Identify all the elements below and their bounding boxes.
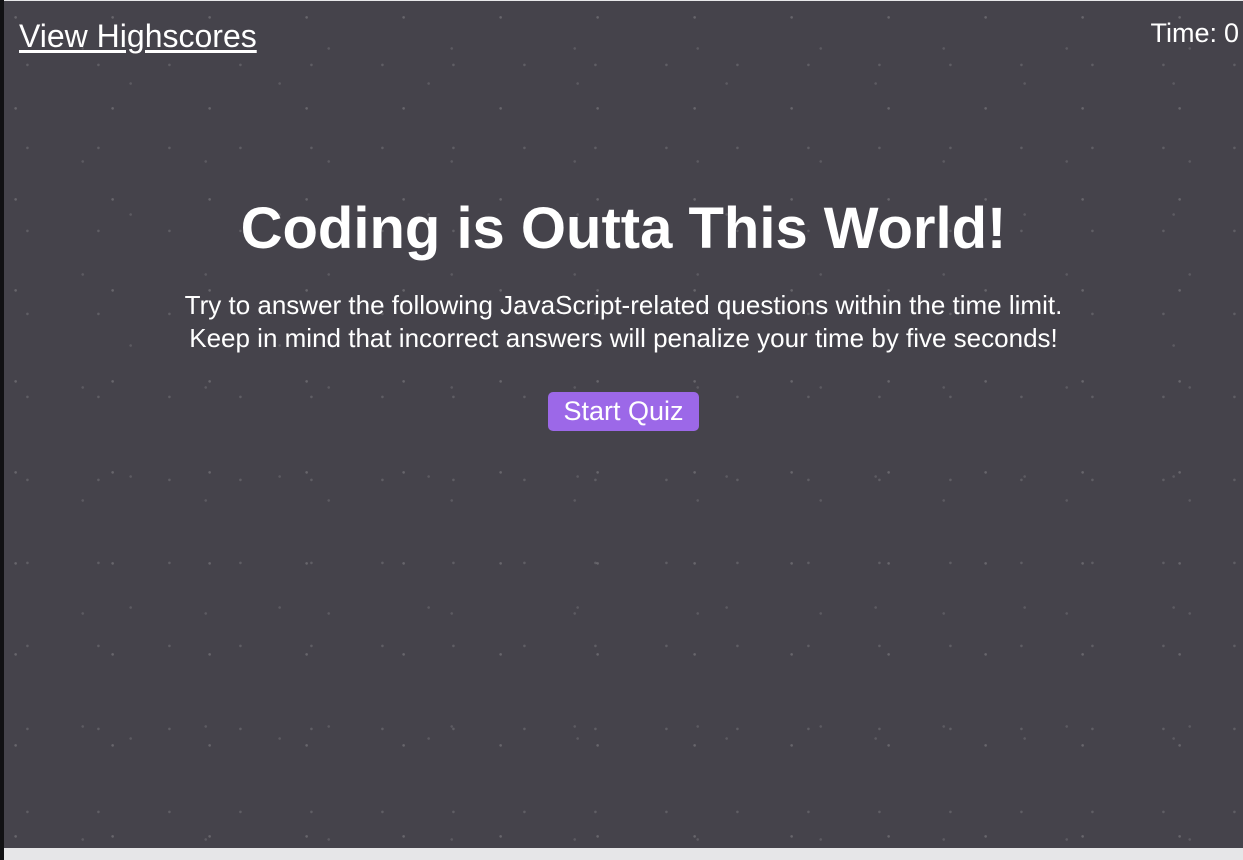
- quiz-page: View Highscores Time: 0 Coding is Outta T…: [4, 1, 1243, 848]
- start-quiz-button[interactable]: Start Quiz: [548, 392, 699, 431]
- page-title: Coding is Outta This World!: [240, 196, 1007, 261]
- view-highscores-link[interactable]: View Highscores: [19, 17, 257, 55]
- intro-section: Coding is Outta This World! Try to answe…: [4, 189, 1243, 431]
- timer-label: Time:: [1150, 18, 1217, 48]
- timer: Time: 0: [1150, 17, 1239, 49]
- timer-value: 0: [1223, 18, 1239, 48]
- intro-text: Try to answer the following JavaScript-r…: [184, 290, 1063, 353]
- page-bottom-strip: [4, 848, 1243, 860]
